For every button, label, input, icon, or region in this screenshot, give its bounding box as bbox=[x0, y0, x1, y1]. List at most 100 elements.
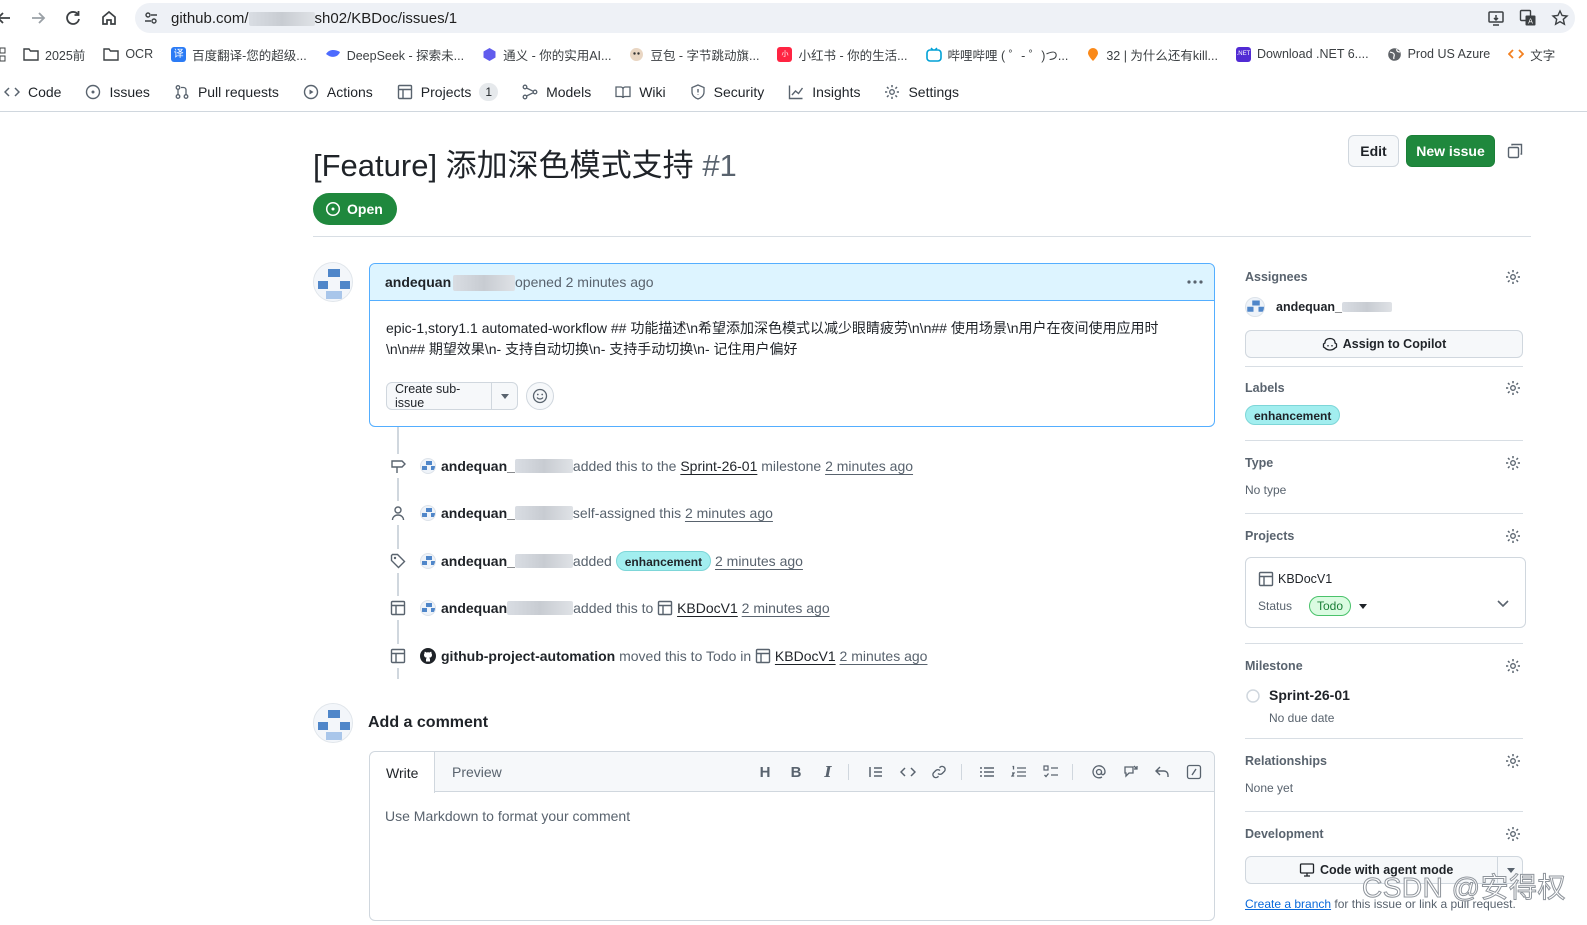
tab-issues[interactable]: Issues bbox=[73, 75, 161, 109]
gear-icon[interactable] bbox=[1505, 269, 1521, 285]
bookmark-item[interactable]: 2025前 bbox=[14, 45, 94, 64]
event-actor[interactable]: andequan_ bbox=[441, 553, 515, 569]
reload-icon[interactable] bbox=[63, 8, 83, 28]
bookmark-star-icon[interactable] bbox=[1551, 9, 1569, 27]
label-enhancement[interactable]: enhancement bbox=[1245, 405, 1341, 425]
avatar[interactable] bbox=[313, 262, 353, 302]
event-actor[interactable]: andequan_ bbox=[441, 505, 515, 521]
tab-security[interactable]: Security bbox=[678, 75, 777, 109]
comment-textarea[interactable]: Use Markdown to format your comment bbox=[385, 808, 630, 824]
chevron-down-icon[interactable] bbox=[1497, 600, 1509, 608]
event-actor[interactable]: github-project-automation bbox=[441, 648, 615, 664]
avatar[interactable] bbox=[420, 458, 436, 474]
tab-wiki[interactable]: Wiki bbox=[603, 75, 677, 109]
project-link[interactable]: KBDocV1 bbox=[677, 600, 738, 616]
avatar[interactable] bbox=[420, 505, 436, 521]
create-branch-link[interactable]: Create a branch bbox=[1245, 897, 1331, 911]
tab-code[interactable]: Code bbox=[0, 75, 73, 109]
bookmark-item[interactable]: DeepSeek - 探索未... bbox=[316, 45, 473, 64]
tab-models[interactable]: Models bbox=[510, 75, 603, 109]
tab-settings[interactable]: Settings bbox=[872, 75, 971, 109]
create-sub-issue-button[interactable]: Create sub-issue bbox=[386, 382, 518, 410]
assignee-item[interactable]: andequan_ bbox=[1245, 297, 1392, 317]
tab-pull-requests[interactable]: Pull requests bbox=[162, 75, 291, 109]
bookmark-item[interactable]: 小 小红书 - 你的生活... bbox=[768, 45, 916, 64]
assign-to-copilot-button[interactable]: Assign to Copilot bbox=[1245, 330, 1523, 358]
comment-author[interactable]: andequan bbox=[385, 274, 451, 290]
unordered-list-icon[interactable] bbox=[977, 762, 997, 782]
triangle-down-icon[interactable] bbox=[491, 383, 517, 409]
kebab-horizontal-icon[interactable] bbox=[1186, 274, 1204, 290]
back-icon[interactable] bbox=[0, 8, 14, 28]
project-link[interactable]: KBDocV1 bbox=[775, 648, 836, 664]
tab-preview[interactable]: Preview bbox=[436, 752, 518, 792]
label-enhancement[interactable]: enhancement bbox=[615, 551, 712, 571]
code-icon[interactable] bbox=[898, 762, 918, 782]
italic-icon[interactable]: I bbox=[818, 762, 838, 782]
cross-reference-icon[interactable] bbox=[1121, 762, 1141, 782]
labels-heading[interactable]: Labels bbox=[1245, 381, 1285, 395]
bookmark-item[interactable]: OCR bbox=[94, 47, 162, 61]
gear-icon[interactable] bbox=[1505, 528, 1521, 544]
tab-write[interactable]: Write bbox=[370, 752, 436, 793]
address-bar[interactable]: github.com/sh02/KBDoc/issues/1 A bbox=[135, 3, 1575, 33]
quote-icon[interactable] bbox=[866, 762, 886, 782]
bookmark-item[interactable]: .NET Download .NET 6.... bbox=[1227, 46, 1378, 62]
translate-icon[interactable]: A bbox=[1519, 9, 1537, 27]
event-time[interactable]: 2 minutes ago bbox=[742, 600, 830, 616]
event-time[interactable]: 2 minutes ago bbox=[715, 553, 803, 569]
avatar[interactable] bbox=[420, 553, 436, 569]
edit-button[interactable]: Edit bbox=[1348, 135, 1399, 167]
event-time[interactable]: 2 minutes ago bbox=[825, 458, 913, 474]
sidebar-label[interactable]: enhancement bbox=[1245, 405, 1341, 425]
type-heading[interactable]: Type bbox=[1245, 456, 1273, 470]
gear-icon[interactable] bbox=[1505, 380, 1521, 396]
tab-insights[interactable]: Insights bbox=[776, 75, 872, 109]
bookmark-item[interactable]: 译 百度翻译-您的超级... bbox=[162, 45, 316, 64]
apps-icon[interactable] bbox=[0, 47, 14, 62]
projects-heading[interactable]: Projects bbox=[1245, 529, 1294, 543]
forward-icon[interactable] bbox=[28, 8, 48, 28]
bookmark-item[interactable]: 豆包 - 字节跳动旗... bbox=[620, 45, 768, 64]
tab-projects[interactable]: Projects 1 bbox=[385, 75, 510, 109]
ordered-list-icon[interactable] bbox=[1009, 762, 1029, 782]
slash-command-icon[interactable] bbox=[1184, 762, 1204, 782]
event-actor[interactable]: andequan bbox=[441, 600, 507, 616]
bookmark-item[interactable]: 通义 - 你的实用AI... bbox=[473, 45, 620, 64]
assignees-heading[interactable]: Assignees bbox=[1245, 270, 1308, 284]
milestone-name[interactable]: Sprint-26-01 bbox=[1269, 687, 1350, 703]
status-select[interactable]: Todo bbox=[1309, 596, 1368, 616]
reply-icon[interactable] bbox=[1152, 762, 1172, 782]
event-time[interactable]: 2 minutes ago bbox=[685, 505, 773, 521]
avatar[interactable] bbox=[313, 703, 353, 743]
tab-actions[interactable]: Actions bbox=[291, 75, 385, 109]
tasklist-icon[interactable] bbox=[1041, 762, 1061, 782]
mention-icon[interactable] bbox=[1089, 762, 1109, 782]
home-icon[interactable] bbox=[99, 8, 119, 28]
bold-icon[interactable]: B bbox=[786, 762, 806, 782]
copy-link-icon[interactable] bbox=[1507, 143, 1523, 159]
bookmark-item[interactable]: Prod US Azure bbox=[1378, 47, 1500, 62]
development-heading[interactable]: Development bbox=[1245, 827, 1324, 841]
gear-icon[interactable] bbox=[1505, 658, 1521, 674]
event-actor[interactable]: andequan_ bbox=[441, 458, 515, 474]
gear-icon[interactable] bbox=[1505, 826, 1521, 842]
bookmark-item[interactable]: 哔哩哔哩 ( ゜- ゜)つ... bbox=[917, 45, 1078, 64]
heading-icon[interactable]: H bbox=[755, 762, 775, 782]
project-name[interactable]: KBDocV1 bbox=[1258, 571, 1332, 587]
bookmark-item[interactable]: 文字 bbox=[1499, 45, 1564, 64]
site-settings-icon[interactable] bbox=[143, 10, 159, 26]
milestone-heading[interactable]: Milestone bbox=[1245, 659, 1303, 673]
relationships-heading[interactable]: Relationships bbox=[1245, 754, 1327, 768]
smiley-icon[interactable] bbox=[526, 382, 554, 410]
install-app-icon[interactable] bbox=[1487, 9, 1505, 27]
avatar[interactable] bbox=[420, 600, 436, 616]
milestone-link[interactable]: Sprint-26-01 bbox=[680, 458, 757, 474]
new-issue-button[interactable]: New issue bbox=[1406, 135, 1495, 167]
bookmark-item[interactable]: 32 | 为什么还有kill... bbox=[1077, 45, 1227, 64]
link-icon[interactable] bbox=[929, 762, 949, 782]
event-time[interactable]: 2 minutes ago bbox=[840, 648, 928, 664]
gear-icon[interactable] bbox=[1505, 455, 1521, 471]
gear-icon[interactable] bbox=[1505, 753, 1521, 769]
github-logo-icon[interactable] bbox=[420, 648, 436, 664]
